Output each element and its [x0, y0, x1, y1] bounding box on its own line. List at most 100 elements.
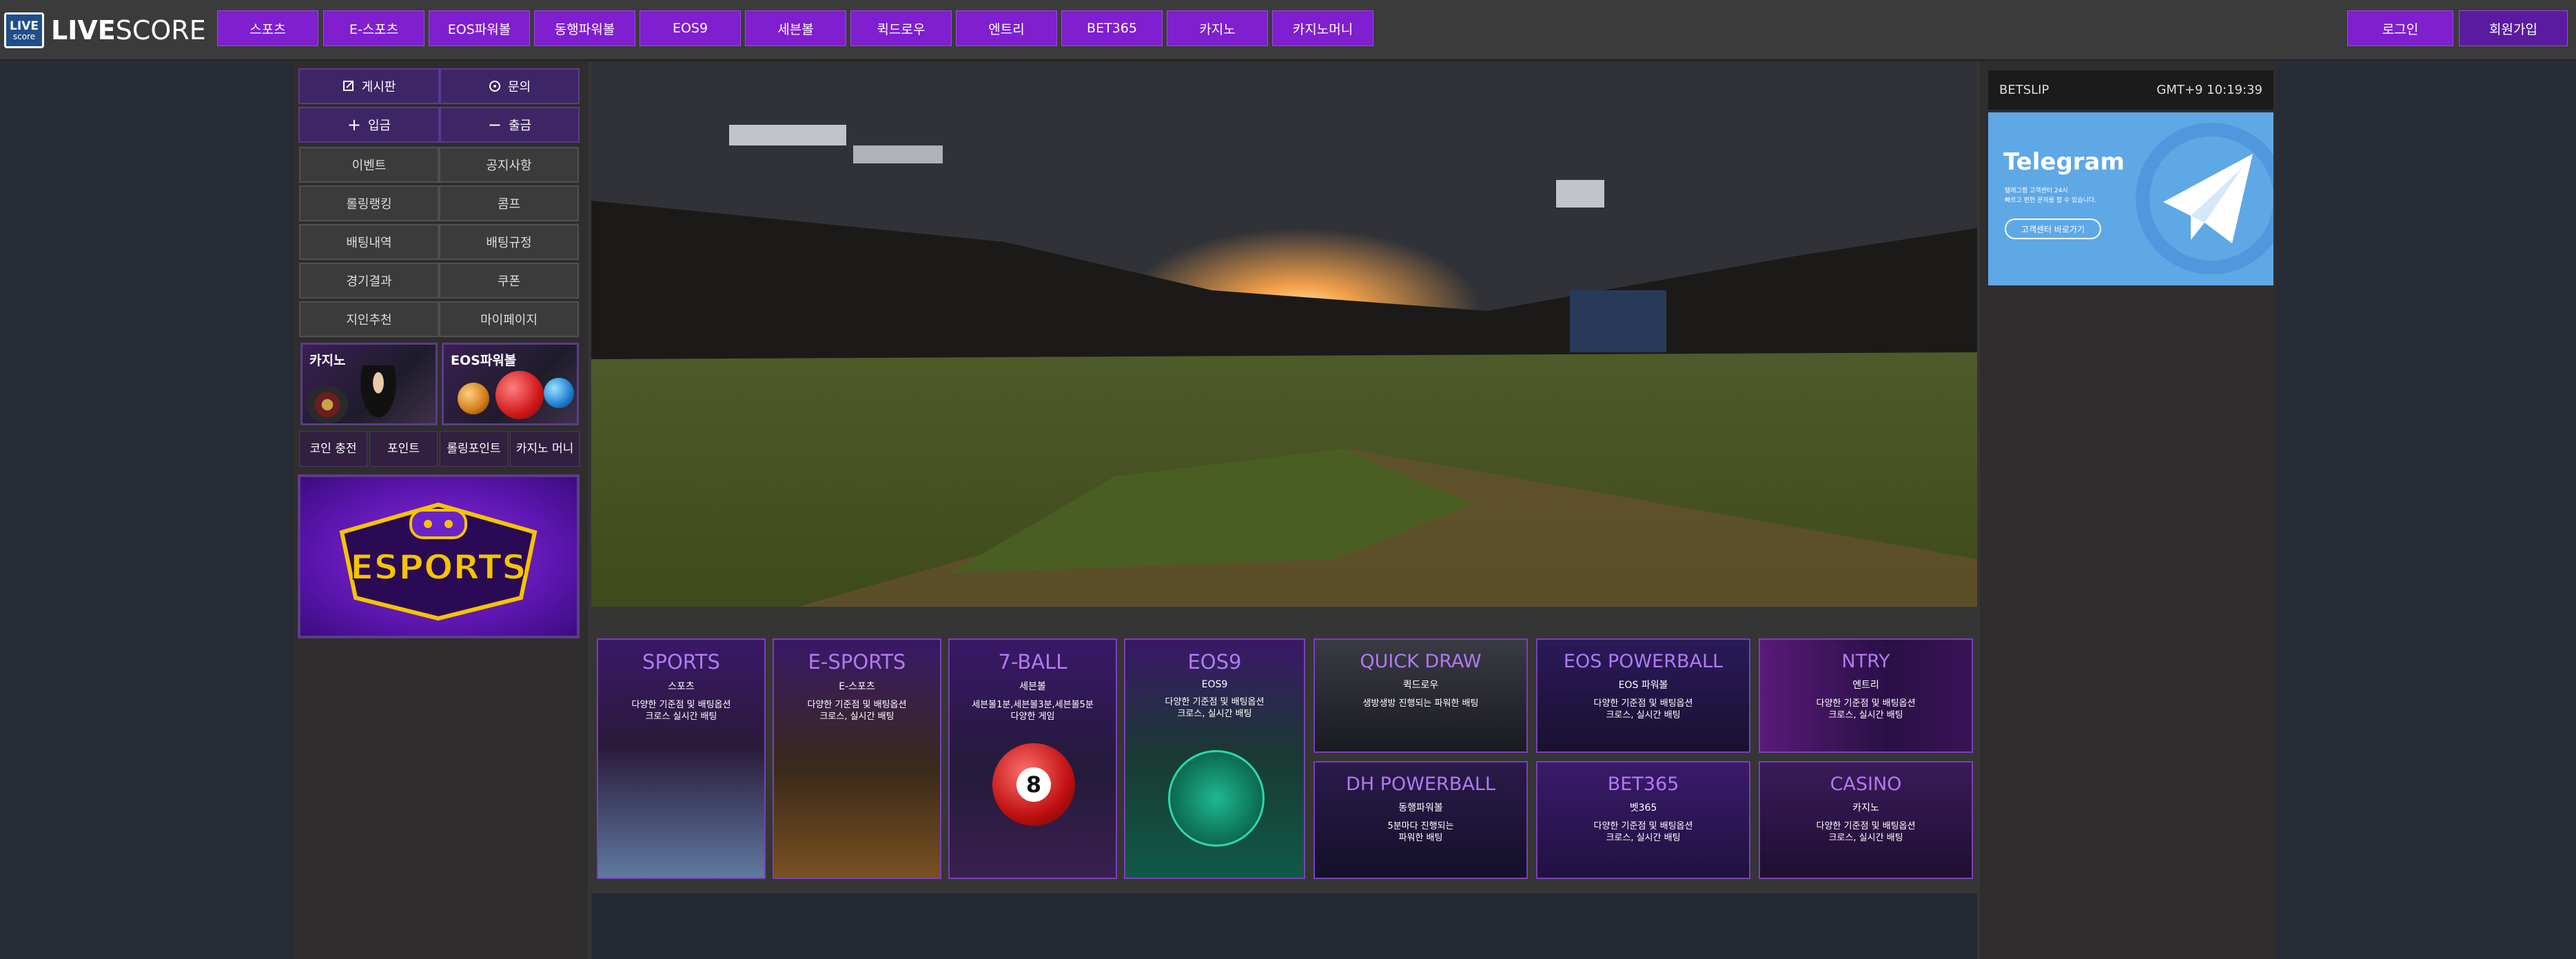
- card-casino-title: CASINO: [1830, 774, 1902, 795]
- withdraw-button[interactable]: − 출금: [440, 107, 580, 143]
- card-eos-powerball[interactable]: EOS POWERBALL EOS 파워볼 다양한 기준점 및 배팅옵션 크로스…: [1536, 638, 1750, 753]
- card-eospowerball-desc: 다양한 기준점 및 배팅옵션 크로스, 실시간 배팅: [1593, 698, 1693, 720]
- nav-seven-ball[interactable]: 세븐볼: [745, 10, 846, 46]
- card-dhpowerball-title: DH POWERBALL: [1346, 774, 1495, 795]
- eos-coin-image: [1168, 750, 1265, 847]
- stadium-illustration: [591, 63, 1977, 607]
- login-button[interactable]: 로그인: [2347, 10, 2453, 46]
- sidebar-item-coupon[interactable]: 쿠폰: [439, 263, 579, 299]
- card-sports-title: SPORTS: [642, 650, 720, 674]
- sidebar-item-comp[interactable]: 콤프: [439, 185, 579, 221]
- card-eospowerball-title: EOS POWERBALL: [1563, 651, 1724, 672]
- telegram-cta-button[interactable]: 고객센터 바로가기: [2005, 219, 2101, 239]
- card-7ball-title: 7-BALL: [998, 650, 1067, 674]
- card-casino-desc: 다양한 기준점 및 배팅옵션 크로스, 실시간 배팅: [1816, 821, 1916, 843]
- chat-icon: [489, 81, 500, 92]
- card-eos9-title: EOS9: [1187, 650, 1242, 674]
- card-bet365-kor: 벳365: [1629, 802, 1657, 814]
- minus-icon: −: [487, 115, 502, 134]
- promo-eos-powerball[interactable]: EOS파워볼: [442, 343, 579, 425]
- card-sports[interactable]: SPORTS 스포츠 다양한 기준점 및 배팅옵션 크로스 실시간 배팅: [597, 638, 766, 879]
- red-ball-image: [495, 371, 544, 419]
- logo-mark: LIVE score: [4, 12, 44, 48]
- logo-wordmark: LIVESCORE: [51, 15, 206, 46]
- deposit-button[interactable]: + 입금: [298, 107, 440, 143]
- card-esports[interactable]: E-SPORTS E-스포츠 다양한 기준점 및 배팅옵션 크로스, 실시간 배…: [773, 638, 941, 879]
- ball-number-circle: 8: [1016, 767, 1051, 802]
- telegram-icon: [2136, 123, 2273, 274]
- roulette-image: [307, 386, 348, 423]
- sidebar-item-rolling-rank[interactable]: 롤링랭킹: [299, 185, 439, 221]
- card-quickdraw-desc: 생방생방 진행되는 파워한 배팅: [1362, 698, 1479, 709]
- logo-mark-bottom: score: [12, 31, 36, 41]
- card-casino[interactable]: CASINO 카지노 다양한 기준점 및 배팅옵션 크로스, 실시간 배팅: [1759, 761, 1973, 879]
- inquiry-button[interactable]: 문의: [440, 68, 580, 104]
- esports-banner[interactable]: ESPORTS: [298, 474, 580, 638]
- card-quickdraw-title: QUICK DRAW: [1360, 651, 1482, 672]
- card-ntry-kor: 엔트리: [1852, 680, 1879, 691]
- inquiry-label: 문의: [507, 80, 531, 94]
- plus-icon: +: [347, 115, 361, 134]
- orange-ball-image: [458, 383, 489, 414]
- card-bet365-title: BET365: [1607, 774, 1679, 795]
- nav-quick-draw[interactable]: 퀵드로우: [850, 10, 952, 46]
- nav-casino[interactable]: 카지노: [1167, 10, 1268, 46]
- card-bet365-desc: 다양한 기준점 및 배팅옵션 크로스, 실시간 배팅: [1593, 821, 1693, 843]
- nav-entry[interactable]: 엔트리: [956, 10, 1057, 46]
- esports-logo-text: ESPORTS: [350, 547, 527, 587]
- blue-ball-image: [544, 378, 574, 408]
- casino-money-button[interactable]: 카지노 머니: [510, 431, 580, 467]
- card-eos9-desc: 다양한 기준점 및 배팅옵션 크로스, 실시간 배팅: [1165, 697, 1265, 719]
- nav-casino-money[interactable]: 카지노머니: [1272, 10, 1373, 46]
- site-logo[interactable]: LIVE score LIVESCORE: [4, 10, 206, 50]
- promo-eos-label: EOS파워볼: [451, 353, 517, 368]
- signup-button[interactable]: 회원가입: [2459, 10, 2568, 46]
- nav-eos-powerball[interactable]: EOS파워볼: [429, 10, 530, 46]
- deposit-label: 입금: [367, 119, 391, 133]
- board-button[interactable]: 게시판: [298, 68, 440, 104]
- point-button[interactable]: 포인트: [369, 431, 438, 467]
- sidebar-item-bet-history[interactable]: 배팅내역: [299, 224, 439, 260]
- card-dhpowerball-desc: 5분마다 진행되는 파워한 배팅: [1387, 821, 1454, 843]
- card-sports-desc: 다양한 기준점 및 배팅옵션 크로스 실시간 배팅: [631, 700, 731, 722]
- card-bet365[interactable]: BET365 벳365 다양한 기준점 및 배팅옵션 크로스, 실시간 배팅: [1536, 761, 1750, 879]
- board-label: 게시판: [361, 80, 396, 94]
- sidebar-item-referral[interactable]: 지인추천: [299, 301, 439, 337]
- sidebar-item-notice[interactable]: 공지사항: [439, 147, 579, 183]
- promo-casino[interactable]: 카지노: [300, 343, 438, 425]
- card-ntry-desc: 다양한 기준점 및 배팅옵션 크로스, 실시간 배팅: [1816, 698, 1916, 720]
- card-ntry[interactable]: NTRY 엔트리 다양한 기준점 및 배팅옵션 크로스, 실시간 배팅: [1759, 638, 1973, 753]
- sidebar-item-mypage[interactable]: 마이페이지: [439, 301, 579, 337]
- card-eos9[interactable]: EOS9 EOS9 다양한 기준점 및 배팅옵션 크로스, 실시간 배팅: [1124, 638, 1305, 879]
- clock: GMT+9 10:19:39: [2156, 83, 2262, 97]
- content-footer-area: [591, 894, 1977, 959]
- logo-word-bold: LIVE: [51, 15, 116, 46]
- telegram-banner[interactable]: Telegram 텔레그램 고객센터 24시 빠르고 편한 문의를 할 수 있습…: [1988, 112, 2273, 285]
- telegram-title: Telegram: [2003, 148, 2125, 176]
- telegram-line1: 텔레그램 고객센터 24시: [2005, 188, 2068, 194]
- withdraw-label: 출금: [508, 119, 532, 133]
- coin-charge-button[interactable]: 코인 충전: [299, 431, 367, 467]
- card-eospowerball-kor: EOS 파워볼: [1618, 680, 1668, 691]
- card-esports-kor: E-스포츠: [839, 681, 875, 692]
- nav-eos9[interactable]: EOS9: [640, 10, 741, 46]
- card-dh-powerball[interactable]: DH POWERBALL 동행파워볼 5분마다 진행되는 파워한 배팅: [1313, 761, 1528, 879]
- card-quickdraw-kor: 퀵드로우: [1402, 680, 1439, 691]
- card-esports-desc: 다양한 기준점 및 배팅옵션 크로스, 실시간 배팅: [807, 700, 907, 722]
- nav-sports[interactable]: 스포츠: [217, 10, 318, 46]
- card-ntry-title: NTRY: [1841, 651, 1890, 672]
- nav-esports[interactable]: E-스포츠: [323, 10, 425, 46]
- betslip-label: BETSLIP: [1999, 83, 2049, 97]
- rolling-point-button[interactable]: 롤링포인트: [440, 431, 508, 467]
- card-eos9-kor: EOS9: [1201, 679, 1228, 690]
- card-sports-kor: 스포츠: [668, 681, 695, 692]
- sidebar-item-results[interactable]: 경기결과: [299, 263, 439, 299]
- nav-dh-powerball[interactable]: 동행파워볼: [534, 10, 635, 46]
- card-7ball-kor: 세븐볼: [1019, 681, 1046, 692]
- card-seven-ball[interactable]: 7-BALL 세븐볼 세븐볼1분,세븐볼3분,세븐볼5분 다양한 게임 8: [948, 638, 1117, 879]
- nav-bet365[interactable]: BET365: [1061, 10, 1163, 46]
- card-quick-draw[interactable]: QUICK DRAW 퀵드로우 생방생방 진행되는 파워한 배팅: [1313, 638, 1528, 753]
- sidebar-item-event[interactable]: 이벤트: [299, 147, 439, 183]
- logo-word-rest: SCORE: [115, 15, 206, 46]
- sidebar-item-bet-rules[interactable]: 배팅규정: [439, 224, 579, 260]
